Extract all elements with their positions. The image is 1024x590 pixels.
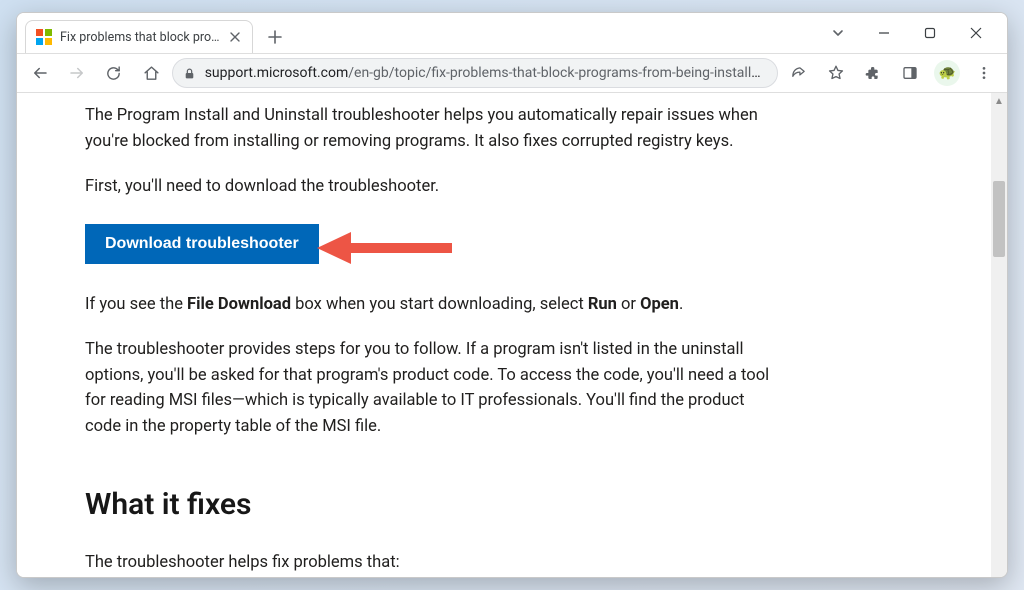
back-button[interactable] — [23, 58, 56, 88]
scrollbar-thumb[interactable] — [993, 181, 1005, 257]
forward-button[interactable] — [60, 58, 93, 88]
home-button[interactable] — [135, 58, 168, 88]
page-viewport: The Program Install and Uninstall troubl… — [17, 93, 1007, 578]
microsoft-favicon-icon — [36, 29, 52, 45]
page-content[interactable]: The Program Install and Uninstall troubl… — [17, 93, 991, 578]
avatar-icon: 🐢 — [934, 60, 960, 86]
troubleshooter-details: The troubleshooter provides steps for yo… — [85, 337, 777, 439]
bookmark-star-icon[interactable] — [819, 58, 852, 88]
url-text: support.microsoft.com/en-gb/topic/fix-pr… — [205, 65, 767, 81]
file-download-note: If you see the File Download box when yo… — [85, 292, 777, 318]
reload-button[interactable] — [97, 58, 130, 88]
minimize-button[interactable] — [861, 16, 907, 50]
what-it-fixes-heading: What it fixes — [85, 482, 777, 529]
address-bar[interactable]: support.microsoft.com/en-gb/topic/fix-pr… — [172, 58, 778, 88]
tab-search-icon[interactable] — [815, 26, 861, 40]
browser-toolbar: support.microsoft.com/en-gb/topic/fix-pr… — [17, 53, 1007, 93]
what-it-fixes-intro: The troubleshooter helps fix problems th… — [85, 550, 777, 576]
lock-icon — [183, 67, 197, 80]
intro-paragraph-1: The Program Install and Uninstall troubl… — [85, 103, 777, 154]
window-controls — [815, 13, 999, 53]
vertical-scrollbar[interactable]: ▲ ▼ — [991, 93, 1007, 578]
chrome-menu-icon[interactable] — [968, 58, 1001, 88]
share-icon[interactable] — [782, 58, 815, 88]
extensions-icon[interactable] — [856, 58, 889, 88]
maximize-button[interactable] — [907, 16, 953, 50]
active-tab[interactable]: Fix problems that block program — [25, 20, 253, 53]
tab-strip: Fix problems that block program — [17, 13, 1007, 53]
new-tab-button[interactable] — [261, 23, 289, 51]
scroll-up-icon[interactable]: ▲ — [991, 93, 1007, 109]
close-tab-icon[interactable] — [228, 30, 242, 44]
download-troubleshooter-button[interactable]: Download troubleshooter — [85, 224, 319, 264]
side-panel-icon[interactable] — [893, 58, 926, 88]
intro-paragraph-2: First, you'll need to download the troub… — [85, 174, 777, 200]
close-window-button[interactable] — [953, 16, 999, 50]
tab-title: Fix problems that block program — [60, 30, 220, 45]
browser-window: Fix problems that block program — [16, 12, 1008, 578]
profile-avatar[interactable]: 🐢 — [931, 58, 964, 88]
